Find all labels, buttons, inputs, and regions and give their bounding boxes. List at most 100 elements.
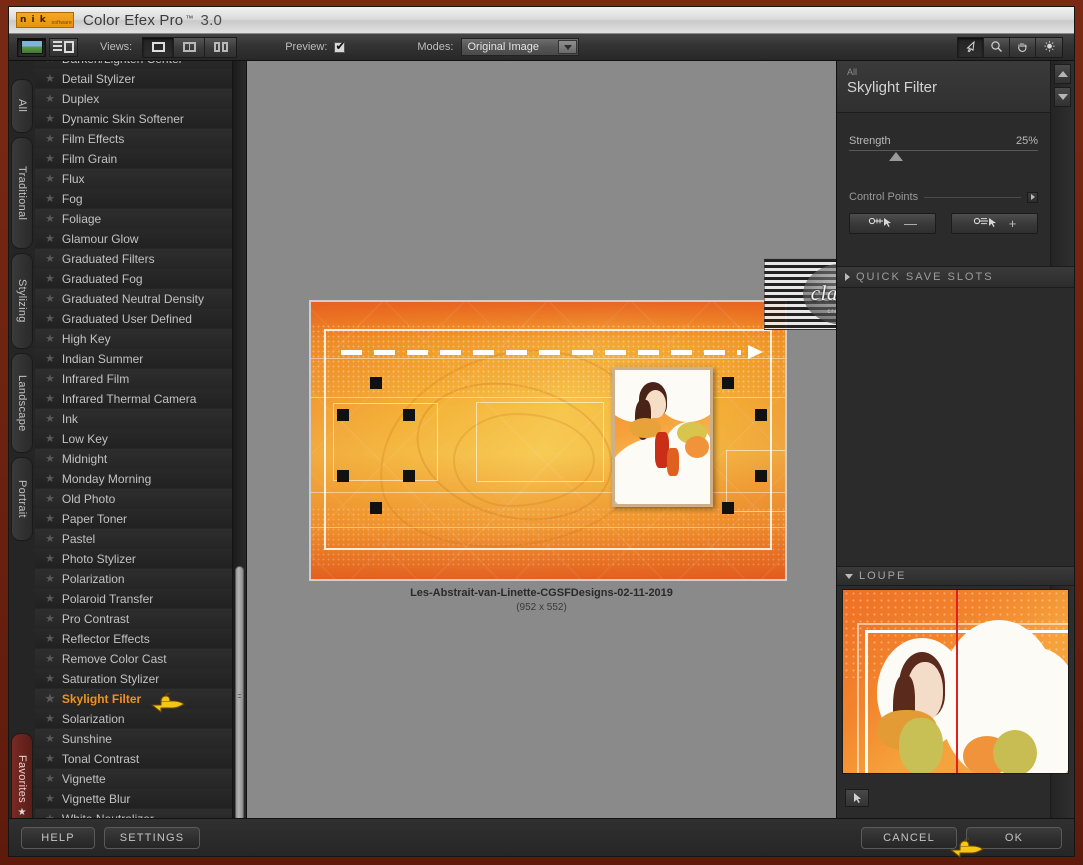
filter-list-item[interactable]: ★ Ink xyxy=(35,409,232,429)
category-tab-all[interactable]: All xyxy=(11,79,33,133)
filter-list-item[interactable]: ★ High Key xyxy=(35,329,232,349)
add-control-point-button[interactable]: + xyxy=(951,213,1038,234)
favorite-star-icon[interactable]: ★ xyxy=(45,232,55,245)
filter-list-item[interactable]: ★ Foliage xyxy=(35,209,232,229)
category-tab-portrait[interactable]: Portrait xyxy=(11,457,33,541)
favorite-star-icon[interactable]: ★ xyxy=(45,532,55,545)
filter-list-item[interactable]: ★ Monday Morning xyxy=(35,469,232,489)
favorite-star-icon[interactable]: ★ xyxy=(45,632,55,645)
filter-list-item[interactable]: ★ Film Grain xyxy=(35,149,232,169)
strength-slider-track[interactable] xyxy=(849,150,1038,161)
filter-list-item[interactable]: ★ Graduated Filters xyxy=(35,249,232,269)
filter-list-item[interactable]: ★ Remove Color Cast xyxy=(35,649,232,669)
favorite-star-icon[interactable]: ★ xyxy=(45,752,55,765)
filter-list-scrollbar[interactable] xyxy=(232,61,246,818)
favorite-star-icon[interactable]: ★ xyxy=(45,192,55,205)
filter-list-item[interactable]: ★ Sunshine xyxy=(35,729,232,749)
strength-slider-handle[interactable] xyxy=(889,152,904,161)
filter-list-item[interactable]: ★ Dynamic Skin Softener xyxy=(35,109,232,129)
favorite-star-icon[interactable]: ★ xyxy=(45,92,55,105)
filter-list-item[interactable]: ★ Fog xyxy=(35,189,232,209)
favorite-star-icon[interactable]: ★ xyxy=(45,412,55,425)
favorite-star-icon[interactable]: ★ xyxy=(45,212,55,225)
category-tab-traditional[interactable]: Traditional xyxy=(11,137,33,249)
favorite-star-icon[interactable]: ★ xyxy=(45,572,55,585)
favorite-star-icon[interactable]: ★ xyxy=(45,392,55,405)
filter-list-item[interactable]: ★ Glamour Glow xyxy=(35,229,232,249)
filter-list-item[interactable]: ★ Solarization xyxy=(35,709,232,729)
favorite-star-icon[interactable]: ★ xyxy=(45,472,55,485)
filter-list-item[interactable]: ★ Infrared Film xyxy=(35,369,232,389)
filter-list-item[interactable]: ★ Polarization xyxy=(35,569,232,589)
filter-list-item[interactable]: ★ Polaroid Transfer xyxy=(35,589,232,609)
zoom-tool-button[interactable] xyxy=(984,37,1010,57)
favorite-star-icon[interactable]: ★ xyxy=(45,61,55,65)
pointer-tool-button[interactable] xyxy=(958,37,984,57)
filter-list-item[interactable]: ★ Graduated Fog xyxy=(35,269,232,289)
preview-image[interactable] xyxy=(309,300,787,581)
favorite-star-icon[interactable]: ★ xyxy=(45,492,55,505)
filter-list-item[interactable]: ★White Neutralizer xyxy=(35,809,232,818)
filter-list-item[interactable]: ★ Infrared Thermal Camera xyxy=(35,389,232,409)
filter-list-item[interactable]: ★ Flux xyxy=(35,169,232,189)
filter-list-item[interactable]: ★ Pro Contrast xyxy=(35,609,232,629)
help-button[interactable]: HELP xyxy=(21,826,95,849)
filter-list-item[interactable]: ★ Darken/Lighten Center xyxy=(35,61,232,69)
favorite-star-icon[interactable]: ★ xyxy=(45,612,55,625)
brightness-tool-button[interactable] xyxy=(1036,37,1062,57)
scroll-down-button[interactable] xyxy=(1054,87,1071,107)
favorite-star-icon[interactable]: ★ xyxy=(45,332,55,345)
filter-list-item[interactable]: ★ Film Effects xyxy=(35,129,232,149)
filter-list-item[interactable]: ★ Graduated User Defined xyxy=(35,309,232,329)
favorite-star-icon[interactable]: ★ xyxy=(45,512,55,525)
favorite-star-icon[interactable]: ★ xyxy=(45,672,55,685)
filter-list-item[interactable]: ★ Indian Summer xyxy=(35,349,232,369)
favorite-star-icon[interactable]: ★ xyxy=(45,312,55,325)
cancel-button[interactable]: CANCEL xyxy=(861,826,957,849)
filter-list-item[interactable]: ★ Pastel xyxy=(35,529,232,549)
favorite-star-icon[interactable]: ★ xyxy=(45,732,55,745)
favorite-star-icon[interactable]: ★ xyxy=(45,792,55,805)
image-thumbnail-button[interactable] xyxy=(17,37,46,57)
favorite-star-icon[interactable]: ★ xyxy=(45,72,55,85)
loupe-section-header[interactable]: LOUPE xyxy=(837,566,1074,586)
favorite-star-icon[interactable]: ★ xyxy=(45,172,55,185)
category-tab-stylizing[interactable]: Stylizing xyxy=(11,253,33,349)
scroll-up-button[interactable] xyxy=(1054,64,1071,84)
filter-list-item[interactable]: ★ Photo Stylizer xyxy=(35,549,232,569)
view-single-button[interactable] xyxy=(143,37,175,57)
filter-list-item[interactable]: ★ Vignette Blur xyxy=(35,789,232,809)
favorite-star-icon[interactable]: ★ xyxy=(45,252,55,265)
filter-list-item[interactable]: ★ Vignette xyxy=(35,769,232,789)
view-side-by-side-button[interactable] xyxy=(205,37,237,57)
favorite-star-icon[interactable]: ★ xyxy=(45,132,55,145)
favorite-star-icon[interactable]: ★ xyxy=(45,372,55,385)
favorite-star-icon[interactable]: ★ xyxy=(45,352,55,365)
favorite-star-icon[interactable]: ★ xyxy=(45,592,55,605)
favorite-star-icon[interactable]: ★ xyxy=(45,272,55,285)
quick-save-slots-section[interactable]: QUICK SAVE SLOTS xyxy=(837,266,1074,288)
ok-button[interactable]: OK xyxy=(966,826,1062,849)
filter-list-item[interactable]: ★ Paper Toner xyxy=(35,509,232,529)
view-split-button[interactable] xyxy=(174,37,206,57)
filter-list-item[interactable]: ★ Duplex xyxy=(35,89,232,109)
filter-list-item[interactable]: ★ Skylight Filter xyxy=(35,689,232,709)
filter-list-item[interactable]: ★ Tonal Contrast xyxy=(35,749,232,769)
control-points-expander[interactable] xyxy=(1027,191,1038,203)
category-tab-landscape[interactable]: Landscape xyxy=(11,353,33,453)
favorite-star-icon[interactable]: ★ xyxy=(45,292,55,305)
list-view-button[interactable] xyxy=(49,37,78,57)
favorite-star-icon[interactable]: ★ xyxy=(45,692,55,705)
settings-button[interactable]: SETTINGS xyxy=(104,826,200,849)
remove-control-point-button[interactable]: — xyxy=(849,213,936,234)
filter-list-item[interactable]: ★ Reflector Effects xyxy=(35,629,232,649)
favorite-star-icon[interactable]: ★ xyxy=(45,152,55,165)
filter-list-item[interactable]: ★ Graduated Neutral Density xyxy=(35,289,232,309)
favorite-star-icon[interactable]: ★ xyxy=(45,552,55,565)
favorite-star-icon[interactable]: ★ xyxy=(45,432,55,445)
image-canvas[interactable]: claudia creations Les-Abstrait-van-Linet… xyxy=(247,61,836,818)
favorite-star-icon[interactable]: ★ xyxy=(45,452,55,465)
filter-list-item[interactable]: ★ Midnight xyxy=(35,449,232,469)
preview-checkbox[interactable] xyxy=(334,40,345,53)
filter-list-item[interactable]: ★ Saturation Stylizer xyxy=(35,669,232,689)
